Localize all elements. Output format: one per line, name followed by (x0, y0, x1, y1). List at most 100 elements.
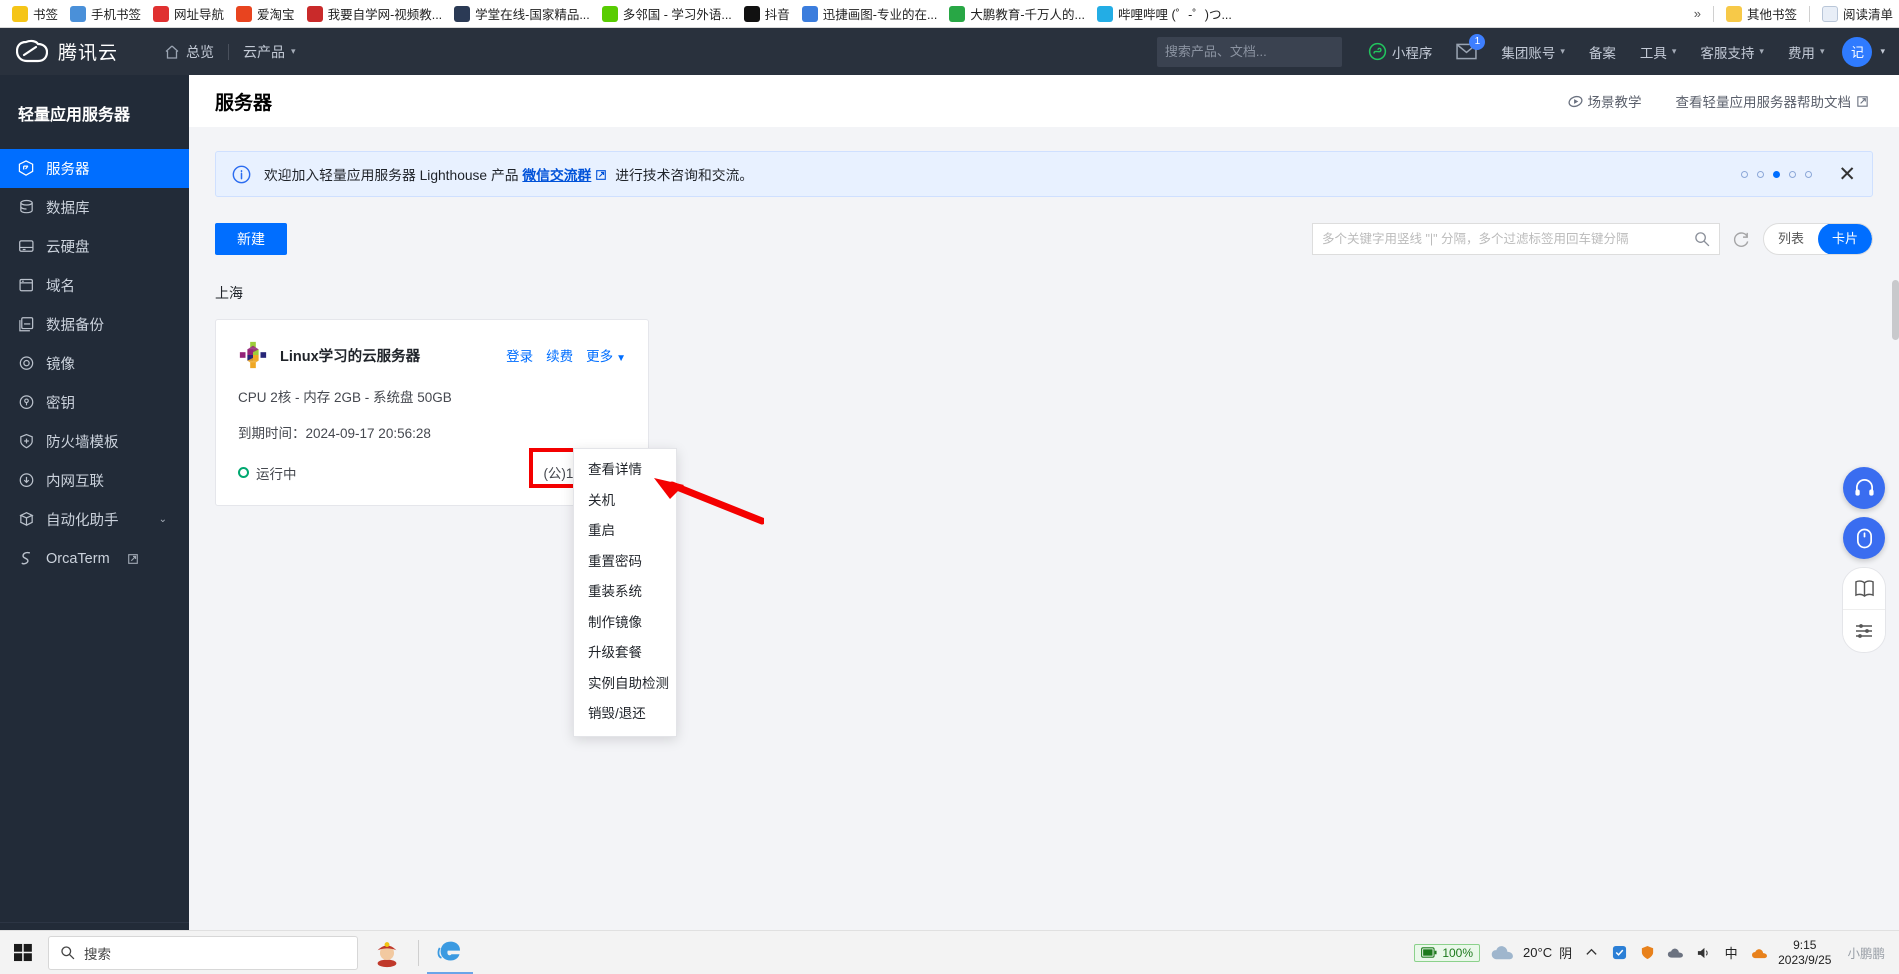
carousel-dot[interactable] (1805, 170, 1813, 178)
bookmark-item[interactable]: 大鹏教育-千万人的... (943, 2, 1091, 25)
domain-icon (19, 278, 33, 292)
sidebar-item-8[interactable]: 防火墙模板 (0, 422, 189, 461)
app-icon (377, 941, 397, 967)
taskbar-clock[interactable]: 9:15 2023/9/25 (1778, 938, 1831, 968)
nav-products[interactable]: 云产品 ▾ (229, 28, 310, 75)
notice-banner: 欢迎加入轻量应用服务器 Lighthouse 产品 微信交流群 进行技术咨询和交… (215, 151, 1873, 197)
carousel-dot[interactable] (1757, 170, 1765, 178)
nav-overview[interactable]: 总览 (150, 28, 228, 75)
battery-indicator[interactable]: 100% (1414, 943, 1481, 962)
menu-item-9[interactable]: 销毁/退还 (574, 699, 676, 730)
support-headset-button[interactable] (1843, 467, 1885, 509)
sidebar-item-6[interactable]: 镜像 (0, 344, 189, 383)
bookmark-item[interactable]: 抖音 (738, 2, 796, 25)
search-icon[interactable] (1694, 231, 1710, 247)
bookmark-item[interactable]: 学堂在线-国家精品... (448, 2, 596, 25)
close-icon[interactable]: ✕ (1838, 164, 1856, 185)
chevron-up-icon[interactable] (1582, 944, 1600, 962)
other-bookmarks-folder[interactable]: 其他书签 (1720, 2, 1803, 25)
shield-icon (20, 433, 33, 449)
server-expiry: 到期时间：2024-09-17 20:56:28 (238, 426, 431, 441)
automation-icon (19, 512, 34, 527)
brand-logo[interactable]: 腾讯云 (0, 38, 150, 65)
menu-item-7[interactable]: 升级套餐 (574, 638, 676, 669)
sidebar-item-3[interactable]: 云硬盘 (0, 227, 189, 266)
header-billing[interactable]: 费用 ▾ (1776, 28, 1837, 75)
internet-explorer-icon[interactable] (427, 931, 473, 974)
sidebar-item-1[interactable]: 服务器 (0, 149, 189, 188)
view-mode-list[interactable]: 列表 (1764, 224, 1818, 254)
header-search[interactable] (1156, 36, 1342, 67)
app-tray-icon[interactable] (1610, 944, 1628, 962)
menu-item-6[interactable]: 制作镜像 (574, 608, 676, 639)
server-search-input[interactable] (1321, 232, 1694, 246)
sidebar-item-4[interactable]: 域名 (0, 266, 189, 305)
menu-item-5[interactable]: 重装系统 (574, 577, 676, 608)
security-icon[interactable] (1638, 944, 1656, 962)
sidebar-item-9[interactable]: 内网互联 (0, 461, 189, 500)
new-server-button[interactable]: 新建 (215, 223, 287, 255)
status-badge: 运行中 (238, 463, 297, 483)
sidebar-item-11[interactable]: OrcaTerm (0, 539, 189, 578)
menu-item-4[interactable]: 重置密码 (574, 547, 676, 578)
onedrive-icon[interactable] (1666, 944, 1684, 962)
carousel-dot[interactable] (1789, 170, 1797, 178)
header-search-input[interactable] (1164, 44, 1341, 59)
docs-button[interactable] (1843, 568, 1885, 610)
login-action[interactable]: 登录 (506, 345, 533, 365)
scenario-tutorial-link[interactable]: 场景教学 (1567, 91, 1642, 111)
carousel-dot[interactable] (1741, 170, 1749, 178)
mouse-feedback-button[interactable] (1843, 517, 1885, 559)
avatar[interactable]: 记 (1842, 36, 1873, 67)
help-doc-link[interactable]: 查看轻量应用服务器帮助文档 (1676, 91, 1870, 111)
cloud-tray-icon[interactable] (1750, 944, 1768, 962)
sidebar-item-10[interactable]: 自动化助手 ⌄ (0, 500, 189, 539)
sidebar-item-7[interactable]: 密钥 (0, 383, 189, 422)
ime-icon[interactable]: 中 (1722, 944, 1740, 962)
weather-widget[interactable]: 20°C 阴 (1490, 943, 1572, 962)
sidebar-item-2[interactable]: 数据库 (0, 188, 189, 227)
sidebar-item-label: 数据库 (46, 201, 90, 217)
volume-icon[interactable] (1694, 944, 1712, 962)
bookmark-item[interactable]: 哔哩哔哩 (゜-゜)つ... (1091, 2, 1238, 25)
bookmark-item[interactable]: 迅捷画图-专业的在... (796, 2, 944, 25)
header-beian[interactable]: 备案 (1577, 28, 1628, 75)
cloud-top-nav: 腾讯云 总览 云产品 ▾ 小程序 (0, 28, 1899, 75)
bookmark-item[interactable]: 我要自学网-视频教... (301, 2, 449, 25)
bookmark-item[interactable]: 手机书签 (64, 2, 147, 25)
taskbar-search[interactable]: 搜索 (48, 935, 358, 970)
bookmark-item[interactable]: 爱淘宝 (230, 2, 301, 25)
bookmark-item[interactable]: 书签 (6, 2, 64, 25)
header-tools[interactable]: 工具 ▾ (1628, 28, 1689, 75)
view-mode-card[interactable]: 卡片 (1817, 224, 1872, 254)
menu-item-2[interactable]: 关机 (574, 486, 676, 517)
header-messages[interactable]: 1 (1444, 28, 1489, 75)
avatar-chevron-down-icon[interactable]: ▾ (1872, 46, 1885, 57)
battery-icon (1421, 947, 1437, 958)
start-button[interactable] (0, 931, 46, 974)
header-group-account[interactable]: 集团账号 ▾ (1489, 28, 1577, 75)
header-support[interactable]: 客服支持 ▾ (1688, 28, 1776, 75)
bookmark-item[interactable]: 网址导航 (147, 2, 230, 25)
renew-action[interactable]: 续费 (546, 345, 573, 365)
menu-item-8[interactable]: 实例自助检测 (574, 669, 676, 700)
bookmarks-overflow-button[interactable]: » (1688, 6, 1707, 21)
main-scrollbar[interactable] (1892, 280, 1899, 340)
list-button[interactable] (1843, 610, 1885, 652)
view-mode-toggle: 列表 卡片 (1762, 223, 1873, 255)
pinned-app-icon[interactable] (364, 931, 410, 974)
more-action[interactable]: 更多 ▼ (586, 345, 626, 365)
reading-list-button[interactable]: 阅读清单 (1816, 2, 1899, 25)
banner-wechat-group-link[interactable]: 微信交流群 (522, 168, 591, 183)
page-title: 服务器 (215, 92, 273, 114)
bookmark-label: 手机书签 (91, 8, 142, 22)
refresh-icon[interactable] (1732, 230, 1751, 249)
server-search[interactable] (1311, 223, 1720, 255)
menu-item-3[interactable]: 重启 (574, 516, 676, 547)
bookmark-item[interactable]: 多邻国 - 学习外语... (596, 2, 738, 25)
bookmarks-divider-2 (1808, 5, 1810, 22)
sidebar-item-5[interactable]: 数据备份 (0, 305, 189, 344)
header-miniprogram[interactable]: 小程序 (1356, 28, 1445, 75)
menu-item-1[interactable]: 查看详情 (574, 455, 676, 486)
carousel-dot[interactable] (1773, 170, 1781, 178)
